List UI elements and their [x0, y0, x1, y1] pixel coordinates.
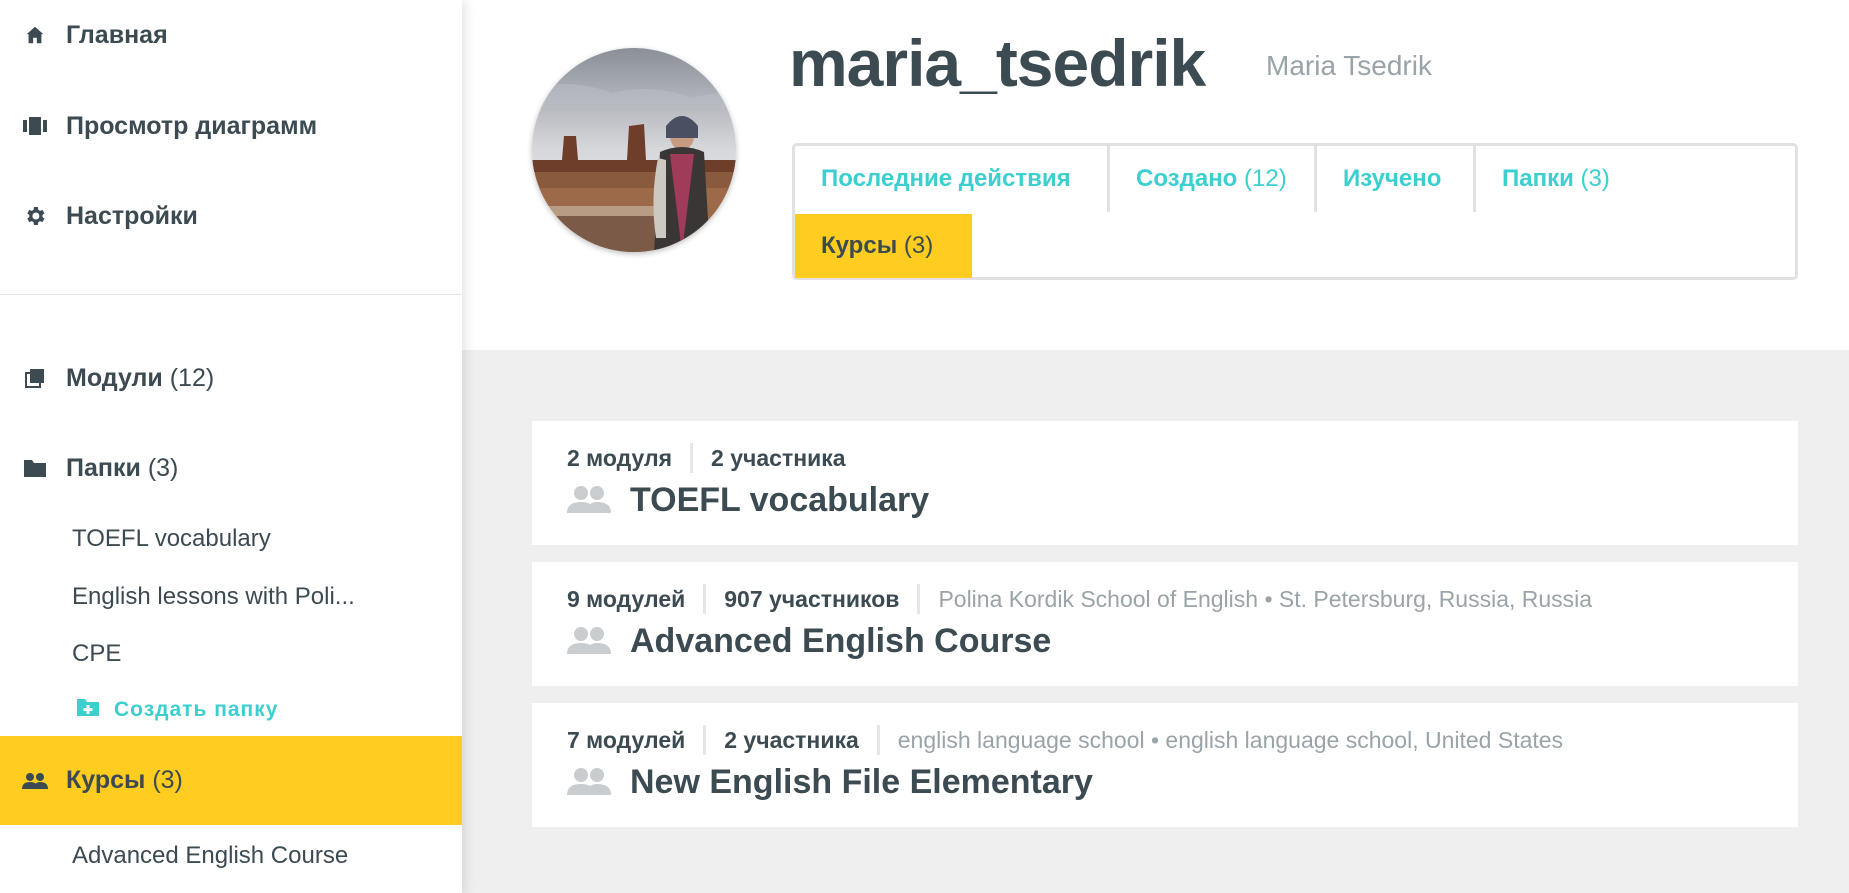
sidebar-item-label: Папки (3) [66, 454, 178, 483]
profile-real-name: Maria Tsedrik [1266, 50, 1432, 81]
tab-count: (12) [1244, 165, 1287, 192]
home-icon [22, 22, 48, 48]
meta-separator [703, 584, 707, 614]
gear-icon [22, 203, 48, 229]
tab-label: Создано [1136, 165, 1238, 192]
folder-icon [22, 455, 48, 481]
tab-count: (3) [1580, 165, 1610, 192]
course-title[interactable]: TOEFL vocabulary [630, 481, 929, 520]
group-icon [567, 767, 611, 797]
meta-separator [876, 725, 880, 755]
courses-count: (3) [152, 766, 183, 794]
sidebar: Главная Просмотр диаграмм Настройки Моду… [0, 0, 462, 893]
sidebar-item-courses[interactable]: Курсы (3) [0, 736, 462, 825]
folder-item[interactable]: CPE [72, 640, 121, 668]
tab-count: (3) [903, 232, 934, 259]
sidebar-item-label: Настройки [66, 201, 198, 230]
course-meta: 9 модулей 907 участников Polina Kordik S… [567, 584, 1592, 614]
course-members-count: 907 участников [724, 585, 900, 612]
group-icon [22, 768, 48, 794]
modules-count: (12) [169, 363, 215, 392]
tab-folders[interactable]: Папки (3) [1476, 146, 1656, 212]
sidebar-item-settings[interactable]: Настройки [0, 186, 462, 246]
add-folder-icon [76, 697, 100, 722]
group-icon [567, 626, 611, 656]
modules-label: Модули [66, 363, 163, 392]
sidebar-item-home[interactable]: Главная [0, 5, 462, 65]
sidebar-item-folders[interactable]: Папки (3) [0, 438, 462, 498]
course-item[interactable]: Advanced English Course [72, 842, 348, 870]
folder-item[interactable]: English lessons with Poli... [72, 583, 355, 611]
course-school: Polina Kordik School of English • St. Pe… [938, 585, 1593, 612]
tab-label: Последние действия [821, 165, 1071, 192]
course-modules-count: 9 модулей [567, 585, 686, 612]
course-meta: 2 модуля 2 участника [567, 443, 846, 473]
diagrams-icon [22, 113, 48, 139]
course-members-count: 2 участника [711, 444, 846, 471]
tab-label: Курсы [821, 232, 898, 259]
course-title[interactable]: Advanced English Course [630, 622, 1051, 661]
sidebar-item-label: Модули (12) [66, 364, 214, 393]
course-school: english language school • english langua… [897, 726, 1564, 753]
course-meta: 7 модулей 2 участника english language s… [567, 725, 1563, 755]
group-icon [567, 485, 611, 515]
tab-label: Изучено [1343, 165, 1442, 192]
sidebar-item-diagrams[interactable]: Просмотр диаграмм [0, 96, 462, 156]
profile-username: maria_tsedrik [789, 26, 1206, 100]
course-title[interactable]: New English File Elementary [630, 763, 1093, 802]
course-card[interactable]: 9 модулей 907 участников Polina Kordik S… [532, 562, 1798, 686]
modules-icon [22, 365, 48, 391]
courses-label: Курсы [66, 766, 146, 794]
sidebar-item-label: Главная [66, 20, 168, 49]
tab-label: Папки [1502, 165, 1574, 192]
course-card[interactable]: 2 модуля 2 участника TOEFL vocabulary [532, 421, 1798, 545]
tab-recent-activity[interactable]: Последние действия [795, 146, 1107, 212]
course-card[interactable]: 7 модулей 2 участника english language s… [532, 703, 1798, 827]
avatar [532, 48, 736, 252]
tab-created[interactable]: Создано (12) [1110, 146, 1314, 212]
sidebar-item-modules[interactable]: Модули (12) [0, 348, 462, 408]
folder-item[interactable]: TOEFL vocabulary [72, 525, 271, 553]
meta-separator [690, 443, 694, 473]
meta-separator [703, 725, 707, 755]
course-modules-count: 2 модуля [567, 444, 673, 471]
create-folder-button[interactable]: Создать папку [76, 697, 278, 722]
course-members-count: 2 участника [724, 726, 859, 753]
sidebar-item-label: Просмотр диаграмм [66, 111, 318, 140]
tab-courses[interactable]: Курсы (3) [795, 214, 972, 278]
create-folder-label: Создать папку [114, 697, 279, 721]
meta-separator [917, 584, 921, 614]
folders-label: Папки [66, 453, 141, 482]
tab-studied[interactable]: Изучено [1317, 146, 1473, 212]
sidebar-item-label: Курсы (3) [66, 766, 183, 795]
course-modules-count: 7 модулей [567, 726, 686, 753]
folders-count: (3) [147, 453, 179, 482]
profile-tabs: Последние действия Создано (12) Изучено … [792, 143, 1798, 280]
sidebar-divider [0, 294, 462, 295]
